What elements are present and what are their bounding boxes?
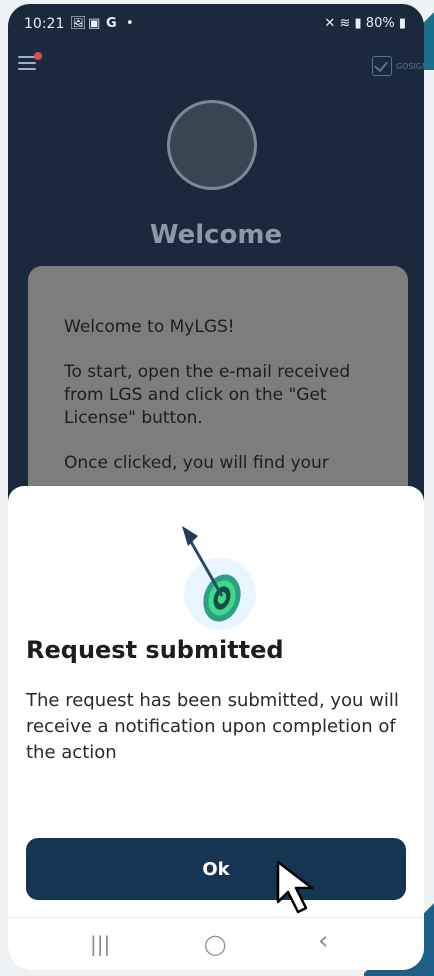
gosign-logo: GOSIGN — [371, 56, 424, 76]
welcome-paragraph: Welcome to MyLGS! — [64, 317, 235, 337]
battery-level: 80% — [365, 16, 395, 31]
avatar — [167, 100, 257, 190]
dialog-title: Request submitted — [26, 636, 284, 664]
status-right: ✕ ≋ ▮ 80% ▮ — [324, 16, 406, 31]
ok-button[interactable]: Ok — [26, 838, 406, 900]
wifi-icon: ≋ — [339, 16, 351, 31]
request-dialog: Request submitted The request has been s… — [8, 486, 424, 970]
mute-icon: ✕ — [324, 16, 336, 31]
system-nav-bar: ||| ◯ ‹ — [8, 917, 424, 970]
mouse-cursor-icon — [276, 860, 314, 914]
signal-icon: ▮ — [354, 16, 362, 31]
dot-icon: • — [126, 16, 134, 31]
dialog-message: The request has been submitted, you will… — [26, 690, 399, 763]
teams-icon: ▣ — [88, 16, 101, 31]
menu-icon[interactable] — [18, 56, 36, 70]
welcome-paragraph: Once clicked, you will find your — [64, 453, 329, 473]
status-bar: 10:21 🖼 ▣ G • ✕ ≋ ▮ 80% ▮ — [8, 4, 424, 38]
image-icon: 🖼 — [70, 16, 87, 31]
page-title: Welcome — [149, 220, 283, 250]
back-button[interactable]: ‹ — [318, 926, 328, 956]
welcome-paragraph: To start, open the e-mail received from … — [64, 362, 351, 428]
target-arrow-icon — [176, 512, 256, 632]
recents-button[interactable]: ||| — [90, 932, 110, 956]
notification-badge — [34, 52, 42, 60]
check-icon — [371, 56, 392, 76]
phone-screen: 10:21 🖼 ▣ G • ✕ ≋ ▮ 80% ▮ GOSIGN Welcome… — [8, 4, 424, 970]
app-bar: GOSIGN — [8, 42, 424, 86]
welcome-text: Welcome to MyLGS! To start, open the e-m… — [64, 316, 384, 497]
google-icon: G — [106, 16, 117, 31]
battery-icon: ▮ — [398, 16, 406, 31]
status-time: 10:21 — [24, 16, 65, 32]
brand-text: GOSIGN — [395, 61, 424, 71]
home-button[interactable]: ◯ — [204, 932, 226, 956]
